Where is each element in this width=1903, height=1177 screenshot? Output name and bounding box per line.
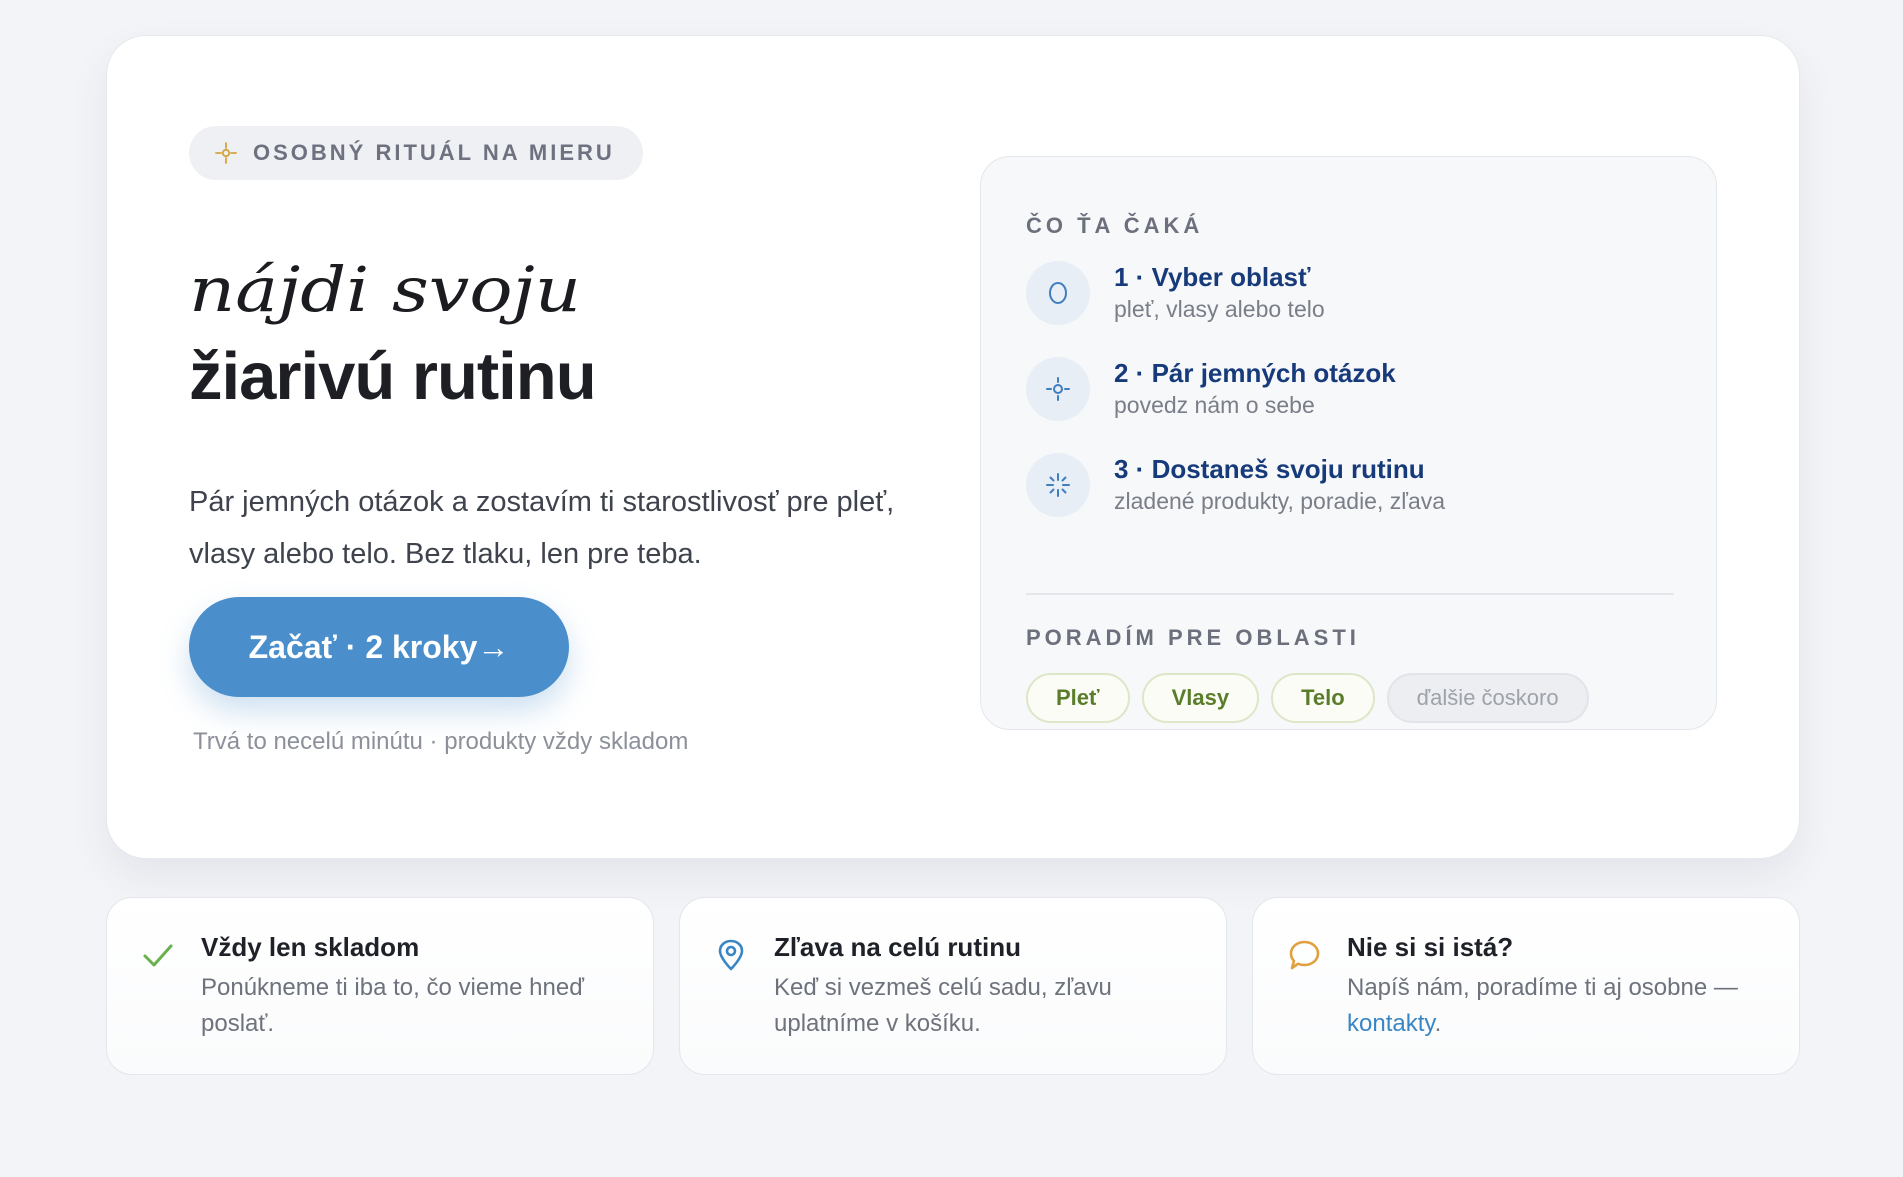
feature-body: Keď si vezmeš celú sadu, zľavu uplatníme… bbox=[774, 974, 1112, 1037]
feature-card-discount: Zľava na celú rutinu Keď si vezmeš celú … bbox=[679, 897, 1227, 1075]
feature-card-stock: Vždy len skladom Ponúkneme ti iba to, čo… bbox=[106, 897, 654, 1075]
feature-title: Vždy len skladom bbox=[201, 932, 420, 962]
contacts-link[interactable]: kontakty bbox=[1347, 1010, 1435, 1037]
step-subtitle: povedz nám o sebe bbox=[1114, 392, 1315, 418]
step-subtitle: pleť, vlasy alebo telo bbox=[1114, 296, 1325, 322]
step-subtitle: zladené produkty, poradie, zľava bbox=[1114, 488, 1446, 514]
step-item: 2 · Pár jemných otázok povedz nám o sebe bbox=[1026, 353, 1396, 425]
location-pin-icon bbox=[718, 939, 744, 971]
chip-coming-soon: ďalšie čoskoro bbox=[1386, 673, 1589, 723]
step-item: 3 · Dostaneš svoju rutinu zladené produk… bbox=[1026, 449, 1445, 521]
feature-body: Napíš nám, poradíme ti aj osobne — konta… bbox=[1347, 970, 1777, 1042]
chat-bubble-icon bbox=[1289, 940, 1320, 970]
ritual-badge: OSOBNÝ RITUÁL NA MIERU bbox=[189, 126, 643, 180]
feature-card-help: Nie si si istá? Napíš nám, poradíme ti a… bbox=[1252, 897, 1800, 1075]
lead-paragraph: Pár jemných otázok a zostavím ti starost… bbox=[189, 486, 895, 570]
steps-heading: ČO ŤA ČAKÁ bbox=[1026, 213, 1204, 238]
feature-title: Zľava na celú rutinu bbox=[774, 932, 1021, 962]
sparkle-burst-icon bbox=[1046, 473, 1070, 497]
step-title: 1 · Vyber oblasť bbox=[1114, 262, 1311, 292]
drop-icon bbox=[1048, 281, 1068, 305]
page-title: žiarivú rutinu bbox=[189, 339, 597, 414]
area-chips: Pleť Vlasy Telo ďalšie čoskoro bbox=[1026, 673, 1589, 723]
check-icon bbox=[143, 944, 173, 967]
cta-note: Trvá to necelú minútu · produkty vždy sk… bbox=[193, 728, 689, 755]
feature-body-text: Napíš nám, poradíme ti aj osobne — bbox=[1347, 974, 1738, 1001]
feature-title: Nie si si istá? bbox=[1347, 932, 1514, 962]
chip-plet[interactable]: Pleť bbox=[1026, 673, 1130, 723]
areas-heading: PORADÍM PRE OBLASTI bbox=[1026, 625, 1360, 650]
chip-vlasy[interactable]: Vlasy bbox=[1141, 673, 1260, 723]
feature-body: Ponúkneme ti iba to, čo vieme hneď posla… bbox=[201, 974, 584, 1037]
step-item: 1 · Vyber oblasť pleť, vlasy alebo telo bbox=[1026, 257, 1325, 329]
target-icon bbox=[1046, 377, 1070, 401]
hero-card: OSOBNÝ RITUÁL NA MIERU nájdi svoju žiari… bbox=[106, 35, 1800, 859]
feature-body-suffix: . bbox=[1434, 1010, 1442, 1037]
script-heading-text: nájdi svoju bbox=[189, 253, 581, 326]
badge-label: OSOBNÝ RITUÁL NA MIERU bbox=[253, 140, 615, 165]
chip-telo[interactable]: Telo bbox=[1271, 673, 1375, 723]
start-button[interactable]: Začať · 2 kroky→ bbox=[189, 597, 569, 697]
divider bbox=[1026, 593, 1674, 595]
steps-card: ČO ŤA ČAKÁ 1 · Vyber oblasť pleť, vlasy … bbox=[980, 156, 1717, 730]
step-title: 2 · Pár jemných otázok bbox=[1114, 358, 1396, 388]
step-title: 3 · Dostaneš svoju rutinu bbox=[1114, 454, 1425, 484]
sparkle-icon bbox=[215, 142, 237, 164]
